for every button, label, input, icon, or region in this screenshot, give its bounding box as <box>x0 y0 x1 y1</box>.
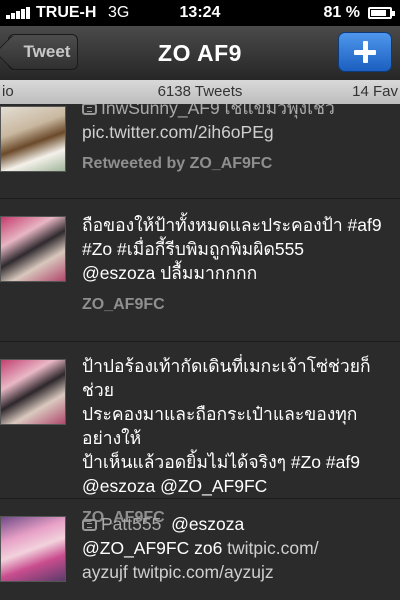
tweet-line: @eszoza @ZO_AF9FC <box>82 476 268 496</box>
tweet-link[interactable]: pic.twitter.com/2ih6oPEg <box>82 122 274 142</box>
tweet-line: @eszoza ปลื้มมากกกก <box>82 263 258 283</box>
tweet-text: InwSunny_AF9 เชแขมวพุงเชว pic.twitter.co… <box>82 104 390 144</box>
favorites-fragment[interactable]: 14 Fav <box>352 83 398 100</box>
battery-level-fill <box>371 10 386 16</box>
avatar[interactable] <box>0 359 66 425</box>
profile-stats-strip[interactable]: io 6138 Tweets 14 Fav <box>0 80 400 104</box>
tweet-line: @ZO_AF9FC zo6 <box>82 538 228 558</box>
tweet-author: ZO_AF9FC <box>82 296 165 313</box>
battery-icon <box>368 7 395 19</box>
navigation-bar: Tweet ZO AF9 <box>0 26 400 81</box>
tweet-line: ป้าปอร้องเท้ากัดเดินที่เมกะเจ้าโซ่ช่วยก็… <box>82 356 371 400</box>
retweet-icon <box>82 104 97 115</box>
tweet-row[interactable]: ป้าปอร้องเท้ากัดเดินที่เมกะเจ้าโซ่ช่วยก็… <box>0 342 400 526</box>
tweet-feed[interactable]: InwSunny_AF9 เชแขมวพุงเชว pic.twitter.co… <box>0 104 400 600</box>
tweet-text: ถือของให้ป้าทั้งหมดและประคองป้า #af9 #Zo… <box>82 213 390 285</box>
tweet-line: @eszoza <box>171 514 245 534</box>
tweet-text: ป้าปอร้องเท้ากัดเดินที่เมกะเจ้าโซ่ช่วยก็… <box>82 354 390 498</box>
avatar[interactable] <box>0 106 66 172</box>
tweet-link[interactable]: ayzujf twitpic.com/ayzujz <box>82 562 274 582</box>
status-bar: TRUE-H 3G 13:24 81 % <box>0 0 400 26</box>
retweet-icon <box>82 519 97 531</box>
tweet-count[interactable]: 6138 Tweets <box>0 83 400 100</box>
tweet-text: Patt555 @eszoza @ZO_AF9FC zo6 twitpic.co… <box>82 512 390 584</box>
compose-button[interactable] <box>338 32 392 72</box>
tweet-line: ประคองมาและถือกระเป๋าและของทุกอย่างให้ <box>82 404 358 448</box>
battery-percentage: 81 % <box>323 4 360 21</box>
tweet-line: InwSunny_AF9 เชแขมวพุงเชว <box>101 104 335 118</box>
tweet-username[interactable]: Patt555 <box>101 514 161 534</box>
tweet-line: ป้าเห็นแล้วอดยิ้มไม่ได้จริงๆ #Zo #af9 <box>82 452 360 472</box>
tweet-link[interactable]: twitpic.com/ <box>227 538 318 558</box>
avatar[interactable] <box>0 516 66 582</box>
retweeted-by: Retweeted by ZO_AF9FC <box>82 155 273 172</box>
tweet-row[interactable]: Patt555 @eszoza @ZO_AF9FC zo6 twitpic.co… <box>0 499 400 600</box>
avatar[interactable] <box>0 216 66 282</box>
tweet-line: #Zo #เมื่อกี้รีบพิมถูกพิมผิด555 <box>82 239 305 259</box>
tweet-line: ถือของให้ป้าทั้งหมดและประคองป้า #af9 <box>82 215 382 235</box>
tweet-row[interactable]: InwSunny_AF9 เชแขมวพุงเชว pic.twitter.co… <box>0 104 400 199</box>
tweet-row[interactable]: ถือของให้ป้าทั้งหมดและประคองป้า #af9 #Zo… <box>0 199 400 342</box>
